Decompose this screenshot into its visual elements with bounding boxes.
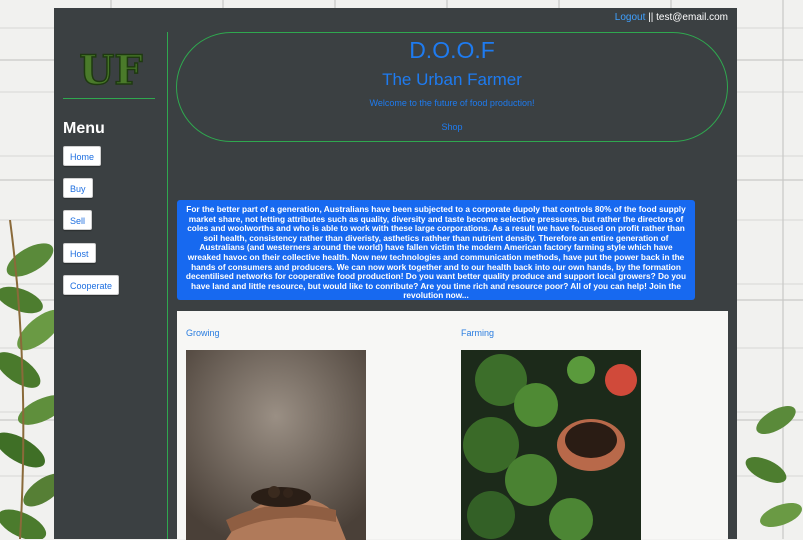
nav-cooperate-button[interactable]: Cooperate: [63, 275, 120, 295]
plant-decoration-right: [745, 406, 802, 528]
sidebar: UF Menu Home Buy Sell Host Cooperate: [54, 32, 168, 539]
intro-text: For the better part of a generation, Aus…: [185, 204, 687, 301]
user-bar: Logout || test@email.com: [615, 12, 728, 23]
uf-logo[interactable]: UF: [76, 46, 146, 92]
shop-link[interactable]: Shop: [177, 122, 727, 132]
page-frame: Logout || test@email.com UF Menu Home Bu…: [54, 8, 737, 540]
topbar-separator: ||: [645, 12, 657, 23]
site-title: D.O.O.F: [409, 37, 495, 63]
svg-text:UF: UF: [79, 47, 142, 92]
farming-photo[interactable]: [461, 350, 641, 540]
menu-title: Menu: [63, 120, 105, 137]
nav-sell-button[interactable]: Sell: [63, 210, 93, 230]
logout-link[interactable]: Logout: [615, 12, 646, 23]
welcome-text: Welcome to the future of food production…: [369, 98, 535, 108]
gallery-panel: Growing Farming: [177, 311, 728, 540]
growing-photo[interactable]: [186, 350, 366, 540]
nav-buy-button[interactable]: Buy: [63, 178, 93, 198]
intro-panel: For the better part of a generation, Aus…: [177, 200, 695, 300]
user-email: test@email.com: [656, 12, 728, 23]
farming-label: Farming: [461, 328, 495, 338]
nav-host-button[interactable]: Host: [63, 243, 96, 263]
logo-divider: [63, 98, 155, 99]
growing-label: Growing: [186, 328, 220, 338]
nav-home-button[interactable]: Home: [63, 146, 102, 166]
hero-banner: D.O.O.F The Urban Farmer Welcome to the …: [176, 32, 728, 142]
site-subtitle: The Urban Farmer: [382, 70, 522, 89]
